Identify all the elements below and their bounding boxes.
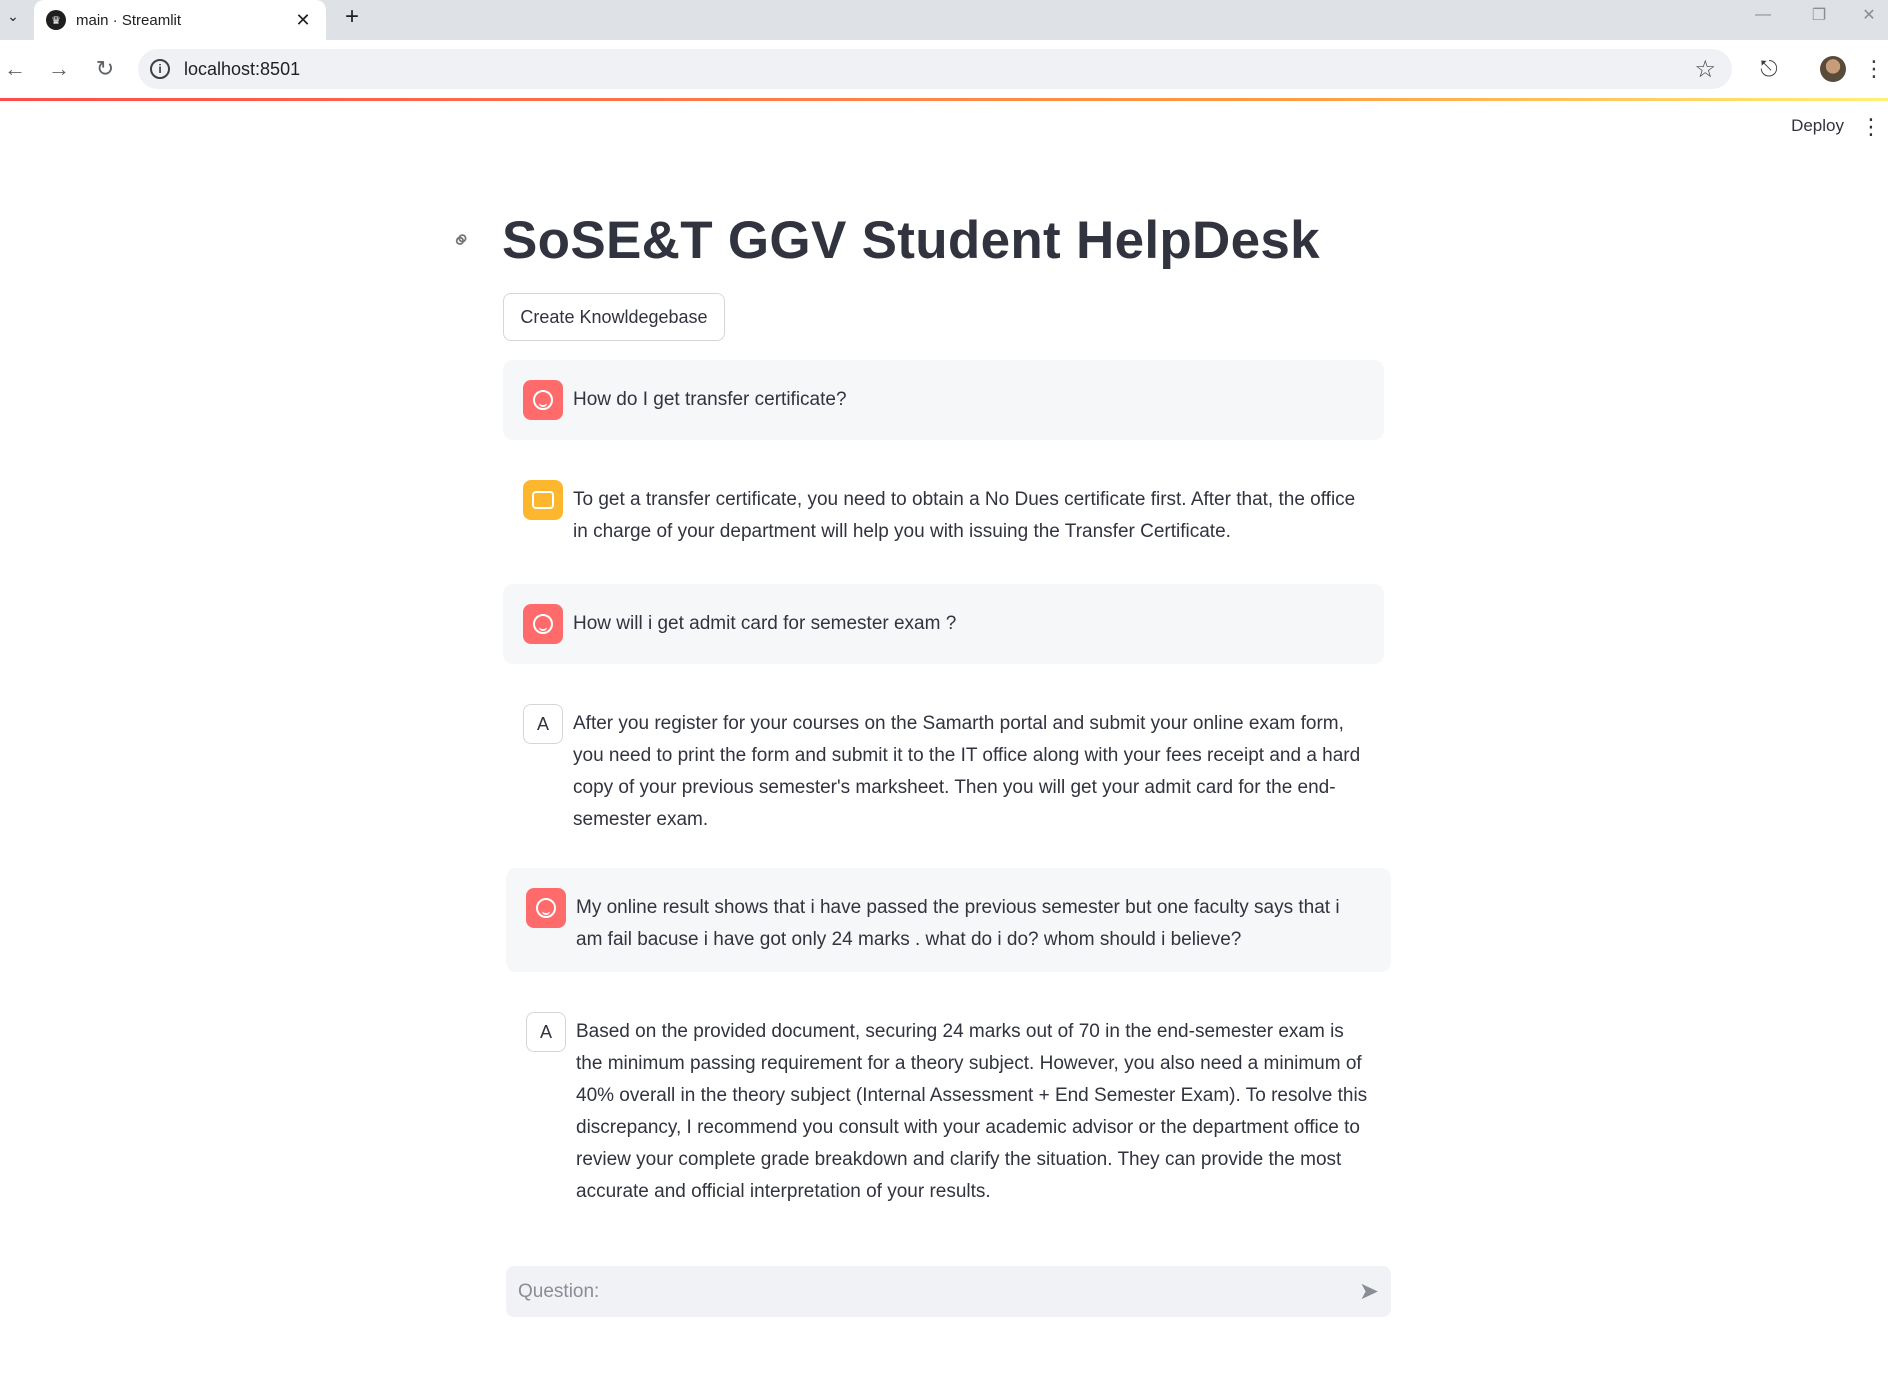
chat-message-assistant: A After you register for your courses on… <box>503 684 1384 844</box>
assistant-avatar: A <box>523 704 563 744</box>
address-bar[interactable]: i localhost:8501 ☆ <box>138 49 1732 89</box>
page-title: SoSE&T GGV Student HelpDesk <box>502 211 1320 270</box>
browser-menu-icon[interactable]: ⋮ <box>1863 54 1885 84</box>
site-info-icon[interactable]: i <box>150 59 170 79</box>
extensions-puzzle-icon[interactable]: ⎋ <box>1754 54 1784 84</box>
bookmark-star-icon[interactable]: ☆ <box>1694 55 1716 84</box>
new-tab-plus-icon[interactable]: + <box>338 3 366 31</box>
tab-close-icon[interactable]: ✕ <box>292 10 314 31</box>
deploy-button[interactable]: Deploy <box>1791 116 1844 136</box>
browser-tabstrip: ⌄ ♛ main · Streamlit ✕ + — ❐ ✕ <box>0 0 1888 40</box>
bot-icon <box>532 491 554 509</box>
app-menu-icon[interactable]: ⋮ <box>1860 114 1882 140</box>
streamlit-decoration-bar <box>0 98 1888 101</box>
send-icon[interactable]: ➤ <box>1359 1277 1379 1306</box>
chat-message-user: How do I get transfer certificate? <box>503 360 1384 440</box>
user-avatar <box>526 888 566 928</box>
create-knowledgebase-button[interactable]: Create Knowldegebase <box>503 293 725 341</box>
message-text: Based on the provided document, securing… <box>576 1021 1368 1202</box>
user-avatar <box>523 604 563 644</box>
assistant-avatar <box>523 480 563 520</box>
tab-title: main · Streamlit <box>76 11 182 29</box>
message-text: My online result shows that i have passe… <box>576 897 1340 950</box>
streamlit-favicon-icon: ♛ <box>46 10 66 30</box>
minimize-icon[interactable]: — <box>1740 2 1786 28</box>
message-text: After you register for your courses on t… <box>573 713 1361 830</box>
window-close-icon[interactable]: ✕ <box>1850 2 1888 28</box>
chat-message-assistant: A Based on the provided document, securi… <box>506 992 1391 1212</box>
user-face-icon <box>536 898 556 918</box>
tab-search-chevron-icon[interactable]: ⌄ <box>0 0 26 32</box>
profile-avatar[interactable] <box>1820 56 1846 82</box>
link-anchor-icon[interactable]: ⚭ <box>445 223 480 258</box>
user-avatar <box>523 380 563 420</box>
browser-toolbar: ← → ↻ i localhost:8501 ☆ ⎋ ⋮ <box>0 40 1888 98</box>
chat-message-user: How will i get admit card for semester e… <box>503 584 1384 664</box>
message-text: To get a transfer certificate, you need … <box>573 489 1356 542</box>
question-input[interactable] <box>518 1280 1359 1303</box>
chat-message-assistant: To get a transfer certificate, you need … <box>503 460 1384 560</box>
restore-icon[interactable]: ❐ <box>1796 2 1842 28</box>
browser-tab[interactable]: ♛ main · Streamlit ✕ <box>34 0 326 40</box>
url-text[interactable]: localhost:8501 <box>184 59 1694 80</box>
chat-input-container: ➤ <box>506 1266 1391 1317</box>
back-arrow-icon[interactable]: ← <box>0 54 30 84</box>
forward-arrow-icon[interactable]: → <box>44 54 74 84</box>
assistant-avatar: A <box>526 1012 566 1052</box>
reload-icon[interactable]: ↻ <box>90 54 120 84</box>
message-text: How will i get admit card for semester e… <box>573 613 957 634</box>
message-text: How do I get transfer certificate? <box>573 389 847 410</box>
chat-message-user: My online result shows that i have passe… <box>506 868 1391 972</box>
user-face-icon <box>533 614 553 634</box>
user-face-icon <box>533 390 553 410</box>
